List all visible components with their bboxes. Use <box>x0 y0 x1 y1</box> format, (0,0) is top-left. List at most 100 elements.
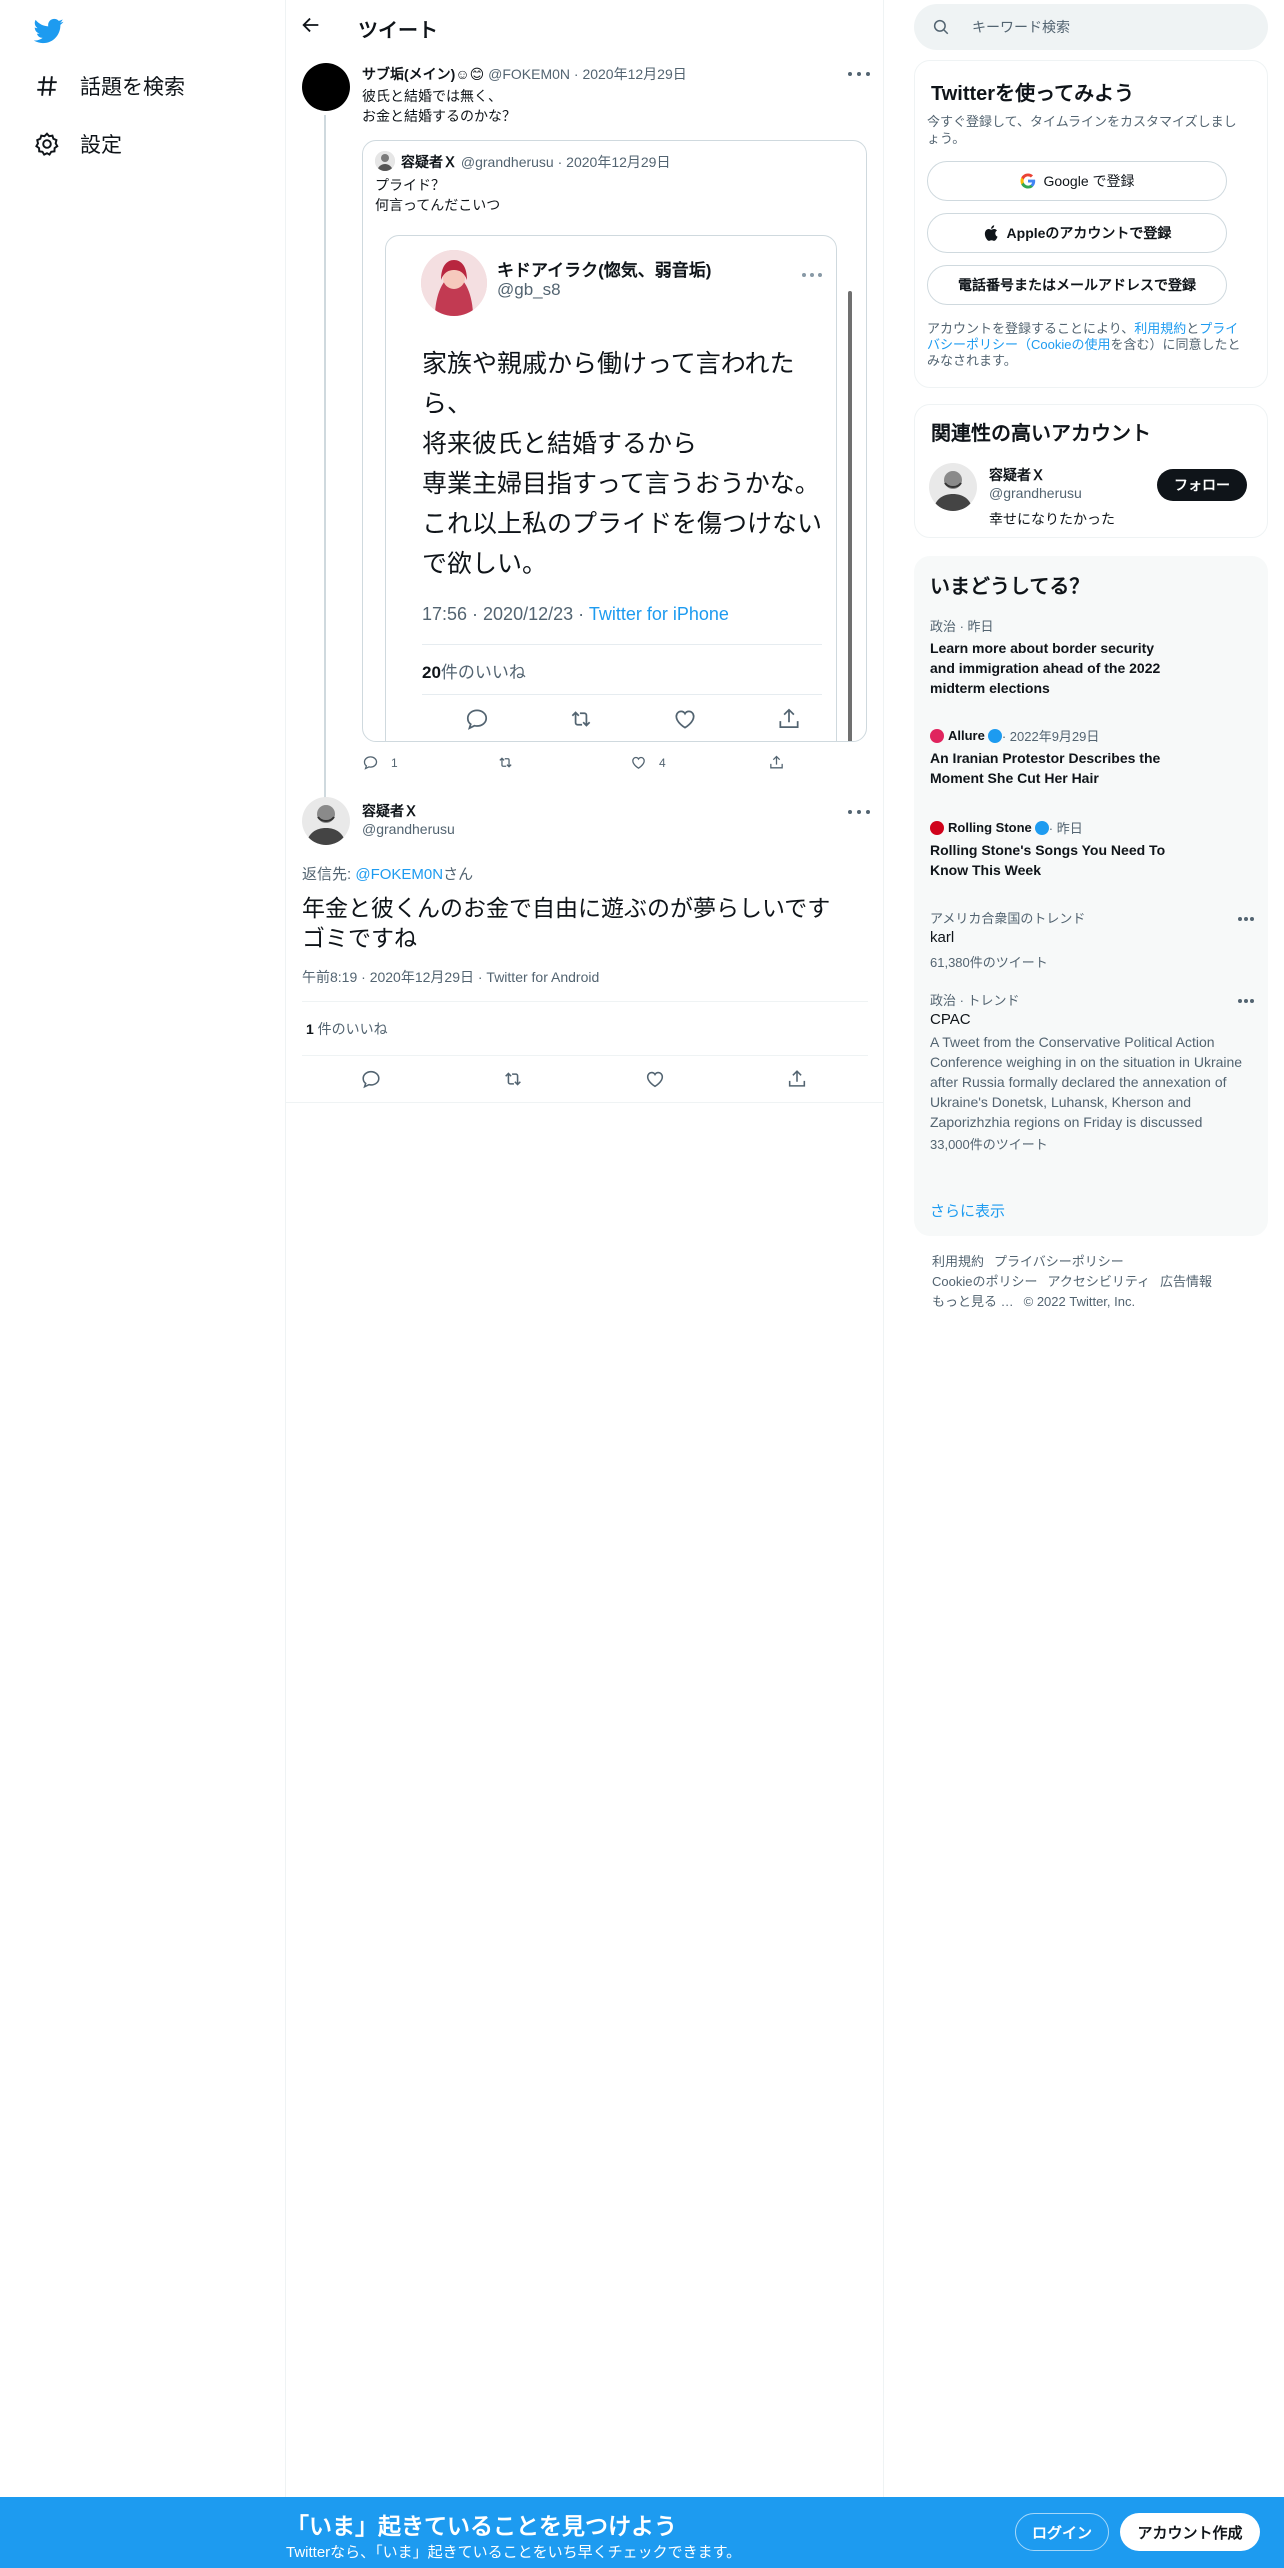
footer-more[interactable]: もっと見る … <box>932 1294 1014 1309</box>
nav-explore[interactable]: 話題を検索 <box>34 66 185 106</box>
trend-more-icon[interactable] <box>1238 996 1254 1006</box>
more-options-icon[interactable] <box>848 69 870 79</box>
trend-title: Rolling Stone's Songs You Need To Know T… <box>930 842 1166 878</box>
embed-scrollbar <box>848 291 852 741</box>
search-box[interactable] <box>914 4 1268 50</box>
embed-divider <box>422 694 822 695</box>
google-signup-button[interactable]: Google で登録 <box>927 161 1227 201</box>
follow-button[interactable]: フォロー <box>1157 469 1247 501</box>
trend-count: 61,380件のツイート <box>930 955 1048 970</box>
quoted-tweet-card[interactable]: 容疑者Ｘ @grandherusu · 2020年12月29日 プライド？ 何言… <box>362 140 867 742</box>
twitter-logo-icon[interactable] <box>34 16 64 46</box>
likes-count: 1 <box>306 1021 314 1037</box>
reply-to-link[interactable]: @FOKEM0N <box>355 866 443 883</box>
tweet-date[interactable]: 2020年12月29日 <box>582 66 686 82</box>
embed-likes-label: 件のいいね <box>440 663 526 682</box>
embed-body-line: ら、 <box>422 390 473 418</box>
trend-title: An Iranian Protestor Describes the Momen… <box>930 750 1161 786</box>
tweet-text-line: 年金と彼くんのお金で自由に遊ぶのが夢らしいです <box>302 895 831 921</box>
avatar[interactable] <box>302 63 350 111</box>
like-button[interactable] <box>644 1068 666 1090</box>
verified-badge-icon <box>987 728 1002 743</box>
hashtag-icon <box>34 73 60 99</box>
apple-signup-button[interactable]: Appleのアカウントで登録 <box>927 213 1227 253</box>
google-signup-label: Google で登録 <box>1043 173 1135 189</box>
right-sidebar: Twitterを使ってみよう 今すぐ登録して、タイムラインをカスタマイズしましょ… <box>884 0 1284 2497</box>
trend-item[interactable]: 政治 · トレンド CPAC A Tweet from the Conserva… <box>914 990 1268 1170</box>
trend-name: karl <box>930 929 955 946</box>
share-button[interactable] <box>786 1068 808 1090</box>
signup-card: Twitterを使ってみよう 今すぐ登録して、タイムラインをカスタマイズしましょ… <box>914 60 1268 388</box>
embed-heart-icon <box>672 706 698 732</box>
trend-more-icon[interactable] <box>1238 914 1254 924</box>
embed-avatar <box>421 250 487 316</box>
quote-text-line: 何言ってんだこいつ <box>375 197 501 213</box>
embed-body-line: これ以上私のプライドを傷つけない <box>422 510 823 538</box>
terms-link[interactable]: 利用規約 <box>1134 321 1186 336</box>
trend-item[interactable]: Rolling Stone · 昨日 Rolling Stone's Songs… <box>914 818 1268 888</box>
tweet-author-handle[interactable]: @grandherusu <box>362 821 455 837</box>
thread-connector <box>324 115 326 839</box>
embed-body-line: で欲しい。 <box>422 550 548 578</box>
like-button[interactable]: 4 <box>630 754 666 771</box>
trend-meta: · 2022年9月29日 <box>1001 729 1100 744</box>
quote-text-line: プライド？ <box>375 177 445 193</box>
retweet-icon <box>499 757 512 768</box>
apple-signup-label: Appleのアカウントで登録 <box>1006 225 1172 241</box>
likes-label: 件のいいね <box>313 1021 388 1037</box>
reply-button[interactable]: 1 <box>362 754 398 771</box>
footer-cookies[interactable]: Cookieのポリシー <box>932 1274 1037 1289</box>
avatar[interactable] <box>302 797 350 845</box>
retweet-button[interactable] <box>497 754 514 771</box>
embed-more-icon <box>802 270 822 280</box>
search-input[interactable] <box>972 19 1252 35</box>
embed-retweet-icon <box>568 706 594 732</box>
tweet-author-name[interactable]: サブ垢(メイン)☺😊 <box>362 66 484 82</box>
heart-icon <box>646 1071 664 1088</box>
retweet-button[interactable] <box>502 1068 524 1090</box>
trend-item[interactable]: 政治 · 昨日 Learn more about border security… <box>914 616 1268 706</box>
account-handle[interactable]: @grandherusu <box>989 485 1082 501</box>
reply-suffix: さん <box>443 866 474 883</box>
quote-author-name: 容疑者Ｘ <box>401 154 457 170</box>
footer-terms[interactable]: 利用規約 <box>932 1254 984 1269</box>
create-account-button[interactable]: アカウント作成 <box>1120 2513 1260 2551</box>
show-more-link[interactable]: さらに表示 <box>930 1200 1005 1221</box>
footer-accessibility[interactable]: アクセシビリティ <box>1047 1274 1150 1289</box>
account-name[interactable]: 容疑者Ｘ <box>989 465 1045 485</box>
footer-ads[interactable]: 広告情報 <box>1160 1274 1212 1289</box>
back-arrow-icon[interactable] <box>300 14 326 40</box>
signup-card-title: Twitterを使ってみよう <box>931 83 1135 105</box>
tweet-author-handle[interactable]: @FOKEM0N <box>488 66 570 82</box>
relevant-accounts-card: 関連性の高いアカウント 容疑者Ｘ @grandherusu 幸せになりたかった … <box>914 404 1268 538</box>
trends-card-title: いまどうしてる？ <box>930 576 1090 598</box>
footer-privacy[interactable]: プライバシーポリシー <box>994 1254 1124 1269</box>
more-options-icon[interactable] <box>848 807 870 817</box>
left-nav: 話題を検索 設定 <box>0 0 286 2497</box>
nav-settings[interactable]: 設定 <box>34 124 122 164</box>
trend-source: Rolling Stone <box>948 820 1032 835</box>
bottom-signup-bar: 「いま」起きていることを見つけよう Twitterなら、「いま」起きていることを… <box>0 2497 1284 2568</box>
embed-body-line: 家族や親戚から働けって言われた <box>422 350 795 378</box>
trends-card: いまどうしてる？ 政治 · 昨日 Learn more about border… <box>914 556 1268 1236</box>
signup-card-subtitle: 今すぐ登録して、タイムラインをカスタマイズしましょう。 <box>927 114 1237 146</box>
reply-button[interactable] <box>360 1068 382 1090</box>
embed-body-text: 家族や親戚から働けって言われた ら、 将来彼氏と結婚するから 専業主婦目指すって言うお… <box>422 344 832 584</box>
allure-logo-icon <box>930 728 944 743</box>
tweet-focused: 容疑者Ｘ @grandherusu 返信先: @FOKEM0Nさん 年金と彼くん… <box>286 793 884 1103</box>
likes-summary[interactable]: 1 件のいいね <box>306 1019 388 1039</box>
avatar[interactable] <box>929 463 977 511</box>
footer-copyright: © 2022 Twitter, Inc. <box>1023 1294 1136 1309</box>
login-button[interactable]: ログイン <box>1015 2513 1109 2551</box>
tweet-author-name[interactable]: 容疑者Ｘ <box>362 801 418 821</box>
trend-item[interactable]: アメリカ合衆国のトレンド karl 61,380件のツイート <box>914 908 1268 972</box>
heart-icon <box>632 756 645 769</box>
trend-source: Allure <box>948 728 985 743</box>
share-button[interactable] <box>768 754 785 771</box>
embed-author-handle: @gb_s8 <box>497 280 561 299</box>
trend-item[interactable]: Allure · 2022年9月29日 An Iranian Protestor… <box>914 726 1268 796</box>
email-signup-button[interactable]: 電話番号またはメールアドレスで登録 <box>927 265 1227 305</box>
relevant-card-title: 関連性の高いアカウント <box>931 423 1151 445</box>
embed-author-name: キドアイラク(惚気、弱音垢) <box>497 261 712 280</box>
tweet-meta[interactable]: 午前8:19 · 2020年12月29日 · Twitter for Andro… <box>302 967 599 987</box>
